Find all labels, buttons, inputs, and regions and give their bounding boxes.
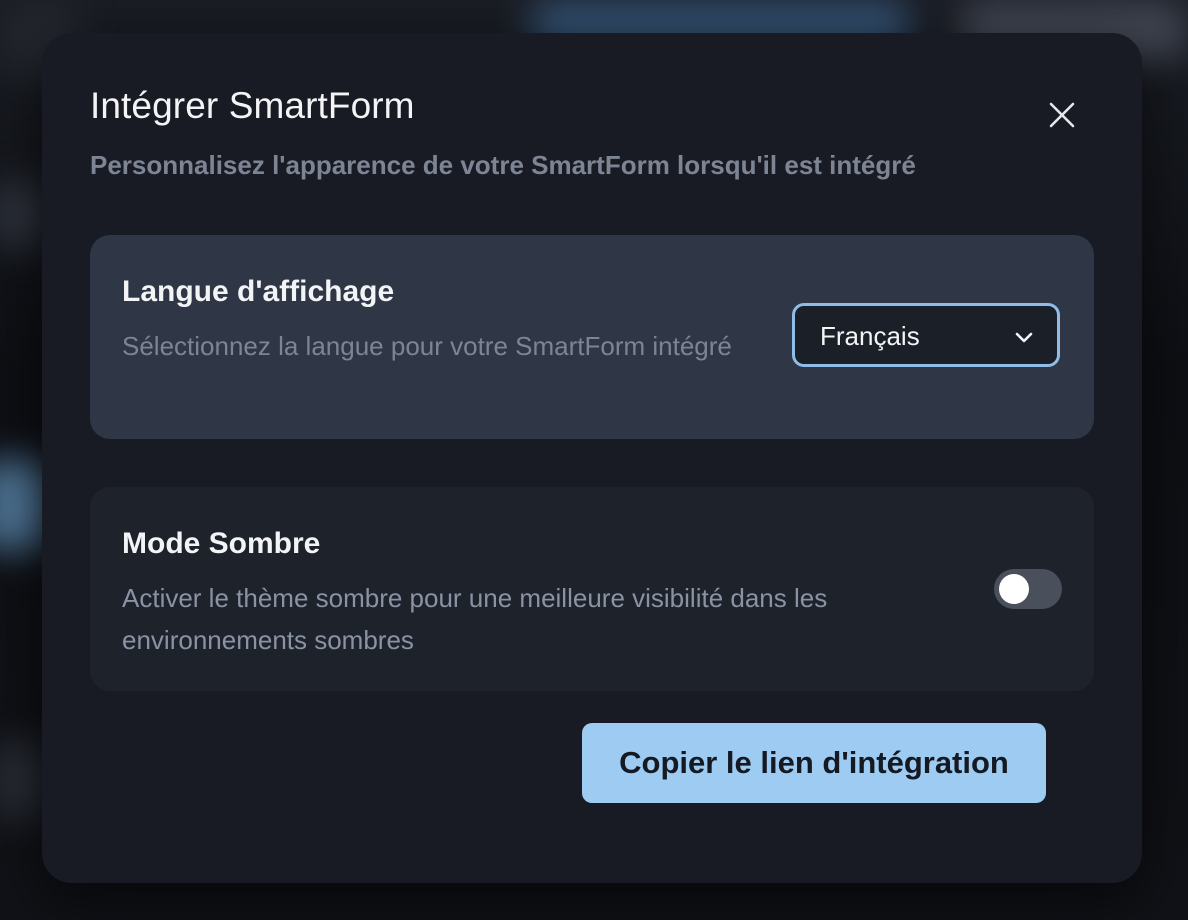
toggle-knob — [999, 574, 1029, 604]
language-setting-title: Langue d'affichage — [122, 275, 395, 308]
close-button[interactable] — [1042, 95, 1082, 135]
copy-embed-link-button[interactable]: Copier le lien d'intégration — [582, 723, 1046, 803]
dark-mode-setting-card: Mode Sombre Activer le thème sombre pour… — [90, 487, 1094, 691]
dialog-subtitle: Personnalisez l'apparence de votre Smart… — [90, 150, 916, 180]
close-icon — [1049, 102, 1075, 128]
dialog-title: Intégrer SmartForm — [90, 85, 415, 126]
dark-mode-toggle[interactable] — [994, 569, 1062, 609]
language-setting-description: Sélectionnez la langue pour votre SmartF… — [122, 331, 732, 361]
language-setting-card: Langue d'affichage Sélectionnez la langu… — [90, 235, 1094, 439]
embed-dialog: Intégrer SmartForm Personnalisez l'appar… — [42, 33, 1142, 883]
dark-mode-title: Mode Sombre — [122, 527, 321, 560]
dark-mode-description: Activer le thème sombre pour une meilleu… — [122, 583, 828, 655]
chevron-down-icon — [1015, 332, 1033, 343]
language-select-value: Français — [820, 321, 920, 351]
language-select[interactable]: Français — [792, 303, 1060, 367]
